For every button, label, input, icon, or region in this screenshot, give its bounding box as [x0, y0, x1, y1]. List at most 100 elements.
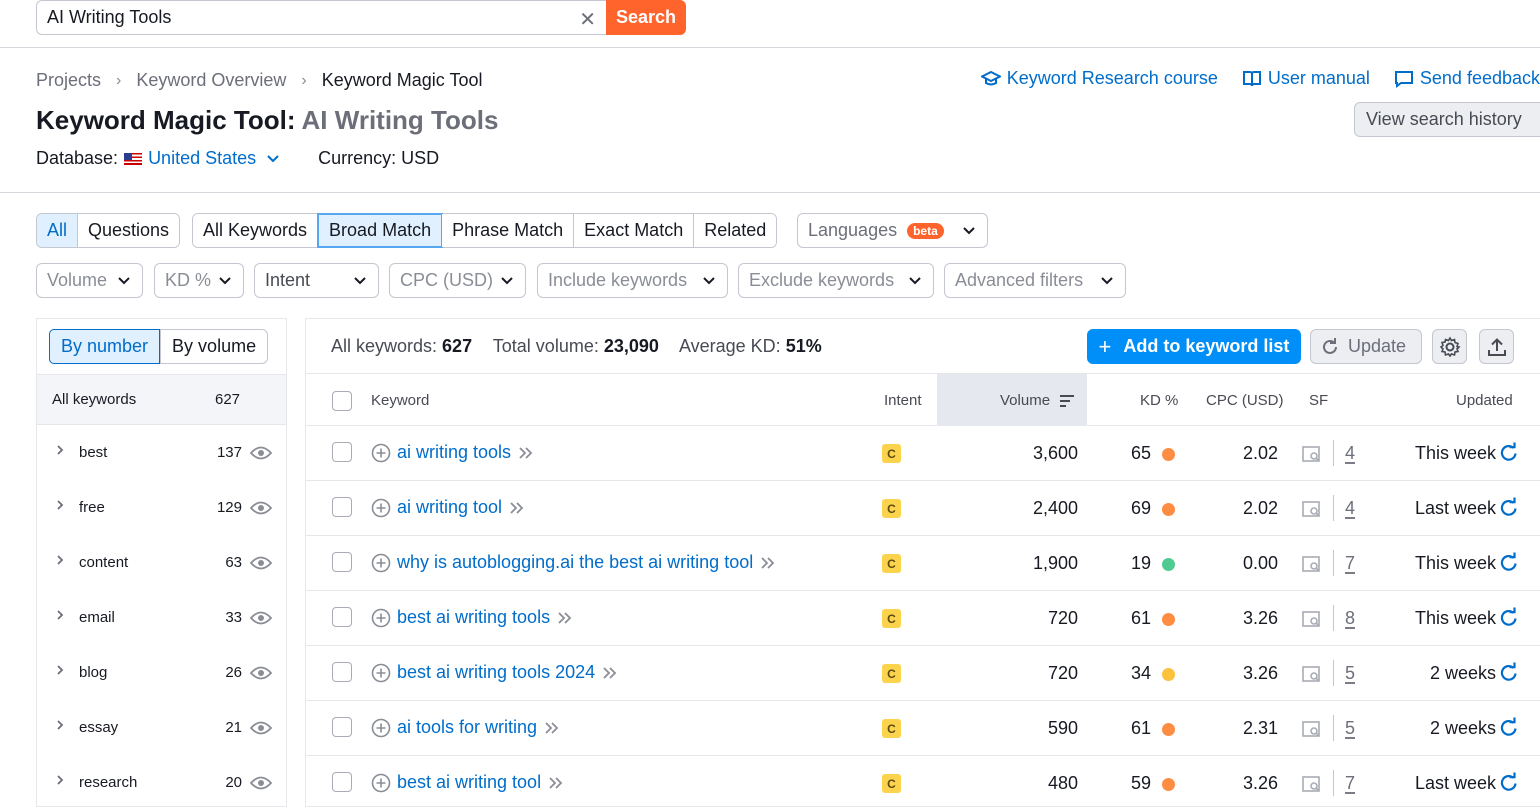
database-select[interactable]: United States	[124, 148, 284, 169]
keyword-link[interactable]: ai writing tool	[397, 497, 502, 518]
tab-broad-match[interactable]: Broad Match	[317, 213, 444, 248]
keyword-group-item[interactable]: content 63	[37, 535, 286, 590]
serp-features-icon[interactable]	[1301, 554, 1323, 574]
refresh-icon[interactable]	[1498, 717, 1520, 739]
tab-exact-match[interactable]: Exact Match	[574, 214, 695, 247]
keyword-research-course-link[interactable]: Keyword Research course	[980, 68, 1218, 89]
row-checkbox[interactable]	[332, 662, 352, 682]
chevron-right-icon[interactable]	[55, 443, 65, 457]
keyword-group-item[interactable]: free 129	[37, 480, 286, 535]
keyword-group-item[interactable]: essay 21	[37, 700, 286, 755]
column-intent[interactable]: Intent	[884, 392, 922, 409]
sf-count[interactable]: 8	[1345, 608, 1355, 629]
keyword-link[interactable]: why is autoblogging.ai the best ai writi…	[397, 552, 753, 573]
serp-features-icon[interactable]	[1301, 719, 1323, 739]
search-button[interactable]: Search	[606, 0, 686, 35]
eye-icon[interactable]	[250, 445, 272, 461]
refresh-icon[interactable]	[1498, 442, 1520, 464]
tab-related[interactable]: Related	[694, 214, 777, 247]
languages-dropdown[interactable]: Languages beta	[797, 213, 988, 248]
double-chevron-right-icon[interactable]	[509, 501, 525, 515]
sort-desc-icon[interactable]	[1058, 393, 1076, 409]
eye-icon[interactable]	[250, 500, 272, 516]
refresh-icon[interactable]	[1498, 772, 1520, 794]
select-all-checkbox[interactable]	[332, 391, 352, 411]
double-chevron-right-icon[interactable]	[557, 611, 573, 625]
serp-features-icon[interactable]	[1301, 499, 1323, 519]
double-chevron-right-icon[interactable]	[760, 556, 776, 570]
eye-icon[interactable]	[250, 555, 272, 571]
add-circle-icon[interactable]	[371, 443, 391, 463]
column-cpc[interactable]: CPC (USD)	[1206, 392, 1284, 409]
row-checkbox[interactable]	[332, 497, 352, 517]
sf-count[interactable]: 7	[1345, 553, 1355, 574]
keyword-link[interactable]: ai tools for writing	[397, 717, 537, 738]
export-button[interactable]	[1479, 329, 1514, 364]
sf-count[interactable]: 7	[1345, 773, 1355, 794]
column-keyword[interactable]: Keyword	[371, 392, 429, 409]
chevron-right-icon[interactable]	[55, 498, 65, 512]
breadcrumb-projects[interactable]: Projects	[36, 70, 101, 91]
eye-icon[interactable]	[250, 610, 272, 626]
keyword-group-item[interactable]: best 137	[37, 425, 286, 480]
serp-features-icon[interactable]	[1301, 664, 1323, 684]
eye-icon[interactable]	[250, 775, 272, 791]
column-sf[interactable]: SF	[1309, 392, 1328, 409]
tab-phrase-match[interactable]: Phrase Match	[442, 214, 575, 247]
sf-count[interactable]: 5	[1345, 663, 1355, 684]
tab-all-keywords[interactable]: All Keywords	[193, 214, 319, 247]
keyword-link[interactable]: best ai writing tools 2024	[397, 662, 595, 683]
intent-filter[interactable]: Intent	[254, 263, 379, 298]
refresh-icon[interactable]	[1498, 607, 1520, 629]
chevron-right-icon[interactable]	[55, 718, 65, 732]
add-circle-icon[interactable]	[371, 608, 391, 628]
add-to-keyword-list-button[interactable]: + Add to keyword list	[1087, 329, 1301, 364]
view-search-history-button[interactable]: View search history	[1354, 102, 1540, 137]
keyword-link[interactable]: ai writing tools	[397, 442, 511, 463]
double-chevron-right-icon[interactable]	[518, 446, 534, 460]
tab-by-number[interactable]: By number	[49, 329, 161, 364]
serp-features-icon[interactable]	[1301, 774, 1323, 794]
add-circle-icon[interactable]	[371, 773, 391, 793]
double-chevron-right-icon[interactable]	[548, 776, 564, 790]
refresh-icon[interactable]	[1498, 552, 1520, 574]
add-circle-icon[interactable]	[371, 498, 391, 518]
serp-features-icon[interactable]	[1301, 609, 1323, 629]
row-checkbox[interactable]	[332, 717, 352, 737]
keyword-link[interactable]: best ai writing tools	[397, 607, 550, 628]
double-chevron-right-icon[interactable]	[544, 721, 560, 735]
eye-icon[interactable]	[250, 720, 272, 736]
chevron-right-icon[interactable]	[55, 773, 65, 787]
eye-icon[interactable]	[250, 665, 272, 681]
add-circle-icon[interactable]	[371, 663, 391, 683]
chevron-right-icon[interactable]	[55, 553, 65, 567]
add-circle-icon[interactable]	[371, 718, 391, 738]
kd-filter[interactable]: KD %	[154, 263, 244, 298]
column-updated[interactable]: Updated	[1456, 392, 1513, 409]
sf-count[interactable]: 4	[1345, 498, 1355, 519]
breadcrumb-keyword-overview[interactable]: Keyword Overview	[136, 70, 286, 91]
user-manual-link[interactable]: User manual	[1242, 68, 1370, 89]
refresh-icon[interactable]	[1498, 497, 1520, 519]
clear-icon[interactable]: ✕	[579, 7, 596, 32]
cpc-filter[interactable]: CPC (USD)	[389, 263, 526, 298]
keyword-group-item[interactable]: email 33	[37, 590, 286, 645]
settings-button[interactable]	[1432, 329, 1467, 364]
column-kd[interactable]: KD %	[1140, 392, 1178, 409]
refresh-icon[interactable]	[1498, 662, 1520, 684]
chevron-right-icon[interactable]	[55, 608, 65, 622]
tab-all[interactable]: All	[37, 214, 79, 247]
exclude-keywords-filter[interactable]: Exclude keywords	[738, 263, 934, 298]
chevron-right-icon[interactable]	[55, 663, 65, 677]
send-feedback-link[interactable]: Send feedback	[1394, 68, 1540, 89]
row-checkbox[interactable]	[332, 607, 352, 627]
row-checkbox[interactable]	[332, 772, 352, 792]
all-keywords-group[interactable]: All keywords 627	[37, 374, 286, 425]
include-keywords-filter[interactable]: Include keywords	[537, 263, 728, 298]
tab-questions[interactable]: Questions	[78, 214, 180, 247]
sf-count[interactable]: 4	[1345, 443, 1355, 464]
advanced-filters[interactable]: Advanced filters	[944, 263, 1126, 298]
search-input[interactable]	[37, 1, 557, 34]
add-circle-icon[interactable]	[371, 553, 391, 573]
keyword-group-item[interactable]: research 20	[37, 755, 286, 807]
